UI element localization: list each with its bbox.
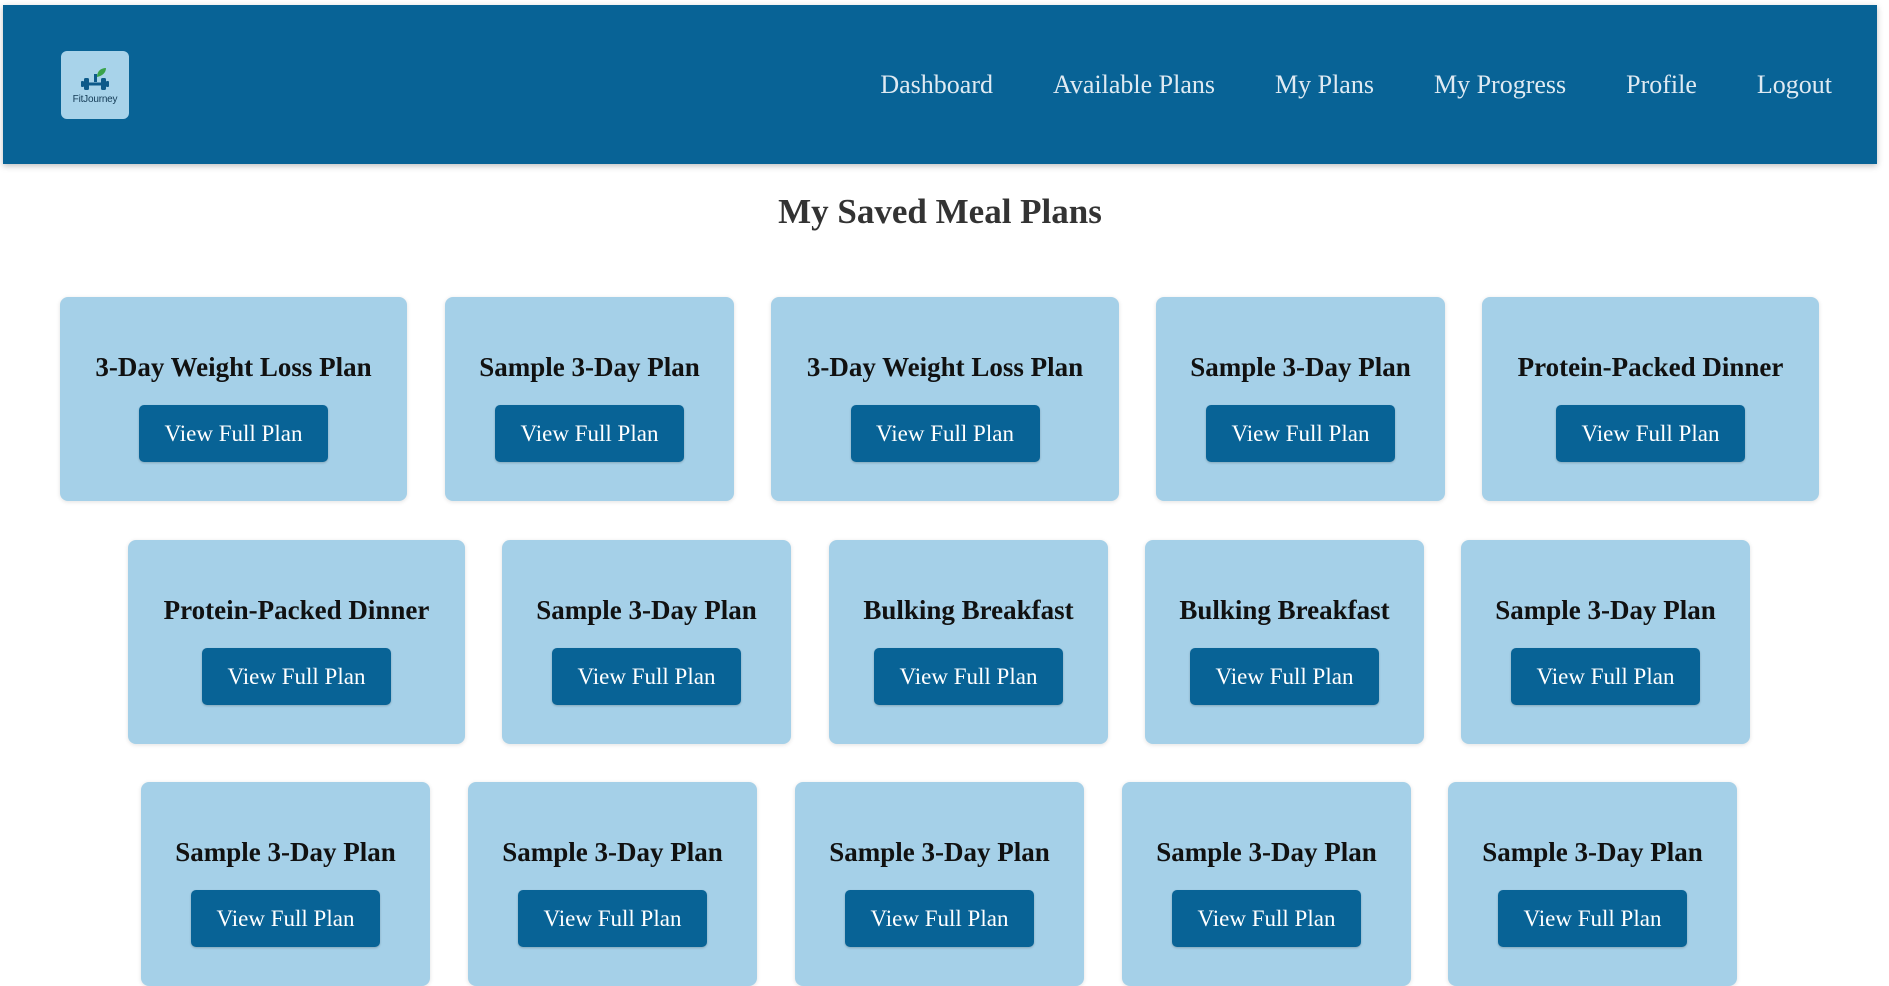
plan-title: Sample 3-Day Plan <box>1495 595 1716 625</box>
top-navbar: FitJourney Dashboard Available Plans My … <box>3 5 1877 164</box>
nav-dashboard[interactable]: Dashboard <box>880 70 993 100</box>
plan-title: Bulking Breakfast <box>863 595 1074 625</box>
nav-available-plans[interactable]: Available Plans <box>1053 70 1215 100</box>
view-full-plan-button[interactable]: View Full Plan <box>874 648 1063 705</box>
view-full-plan-button[interactable]: View Full Plan <box>202 648 391 705</box>
view-full-plan-button[interactable]: View Full Plan <box>139 405 328 462</box>
view-full-plan-button[interactable]: View Full Plan <box>191 890 380 947</box>
plan-title: Protein-Packed Dinner <box>163 595 430 625</box>
fitjourney-logo[interactable]: FitJourney <box>61 51 129 119</box>
plan-card: Sample 3-Day Plan View Full Plan <box>468 782 757 986</box>
plan-card: Bulking Breakfast View Full Plan <box>829 540 1108 744</box>
plan-card: Sample 3-Day Plan View Full Plan <box>1156 297 1445 501</box>
view-full-plan-button[interactable]: View Full Plan <box>1172 890 1361 947</box>
plan-title: Sample 3-Day Plan <box>175 837 396 867</box>
plan-card: Sample 3-Day Plan View Full Plan <box>1461 540 1750 744</box>
plan-card: Sample 3-Day Plan View Full Plan <box>502 540 791 744</box>
plan-title: Sample 3-Day Plan <box>1482 837 1703 867</box>
nav-links: Dashboard Available Plans My Plans My Pr… <box>820 5 1832 164</box>
page-title: My Saved Meal Plans <box>778 192 1102 231</box>
plan-card: 3-Day Weight Loss Plan View Full Plan <box>771 297 1119 501</box>
plan-card: Sample 3-Day Plan View Full Plan <box>1448 782 1737 986</box>
plan-title: Sample 3-Day Plan <box>829 837 1050 867</box>
dumbbell-leaf-icon <box>81 67 109 90</box>
plan-card: Protein-Packed Dinner View Full Plan <box>1482 297 1819 501</box>
nav-my-progress[interactable]: My Progress <box>1434 70 1566 100</box>
view-full-plan-button[interactable]: View Full Plan <box>1556 405 1745 462</box>
view-full-plan-button[interactable]: View Full Plan <box>552 648 741 705</box>
plan-card: Bulking Breakfast View Full Plan <box>1145 540 1424 744</box>
view-full-plan-button[interactable]: View Full Plan <box>850 405 1040 462</box>
plan-card: 3-Day Weight Loss Plan View Full Plan <box>60 297 407 501</box>
view-full-plan-button[interactable]: View Full Plan <box>1511 648 1700 705</box>
plan-card: Sample 3-Day Plan View Full Plan <box>141 782 430 986</box>
nav-my-plans[interactable]: My Plans <box>1275 70 1374 100</box>
plan-title: Sample 3-Day Plan <box>1190 352 1411 382</box>
plan-title: Sample 3-Day Plan <box>1156 837 1377 867</box>
view-full-plan-button[interactable]: View Full Plan <box>495 405 684 462</box>
plan-title: Sample 3-Day Plan <box>536 595 757 625</box>
nav-logout[interactable]: Logout <box>1757 70 1832 100</box>
plan-card: Sample 3-Day Plan View Full Plan <box>795 782 1084 986</box>
view-full-plan-button[interactable]: View Full Plan <box>1498 890 1687 947</box>
plan-card: Sample 3-Day Plan View Full Plan <box>1122 782 1411 986</box>
view-full-plan-button[interactable]: View Full Plan <box>845 890 1034 947</box>
nav-profile[interactable]: Profile <box>1626 70 1697 100</box>
plan-title: 3-Day Weight Loss Plan <box>95 352 372 382</box>
plan-title: Sample 3-Day Plan <box>502 837 723 867</box>
plan-title: 3-Day Weight Loss Plan <box>806 352 1084 382</box>
plan-title: Protein-Packed Dinner <box>1517 352 1784 382</box>
plan-title: Sample 3-Day Plan <box>479 352 700 382</box>
logo-wordmark: FitJourney <box>72 93 118 105</box>
plan-card: Sample 3-Day Plan View Full Plan <box>445 297 734 501</box>
view-full-plan-button[interactable]: View Full Plan <box>518 890 707 947</box>
view-full-plan-button[interactable]: View Full Plan <box>1190 648 1379 705</box>
plan-card: Protein-Packed Dinner View Full Plan <box>128 540 465 744</box>
view-full-plan-button[interactable]: View Full Plan <box>1206 405 1395 462</box>
plan-title: Bulking Breakfast <box>1179 595 1390 625</box>
